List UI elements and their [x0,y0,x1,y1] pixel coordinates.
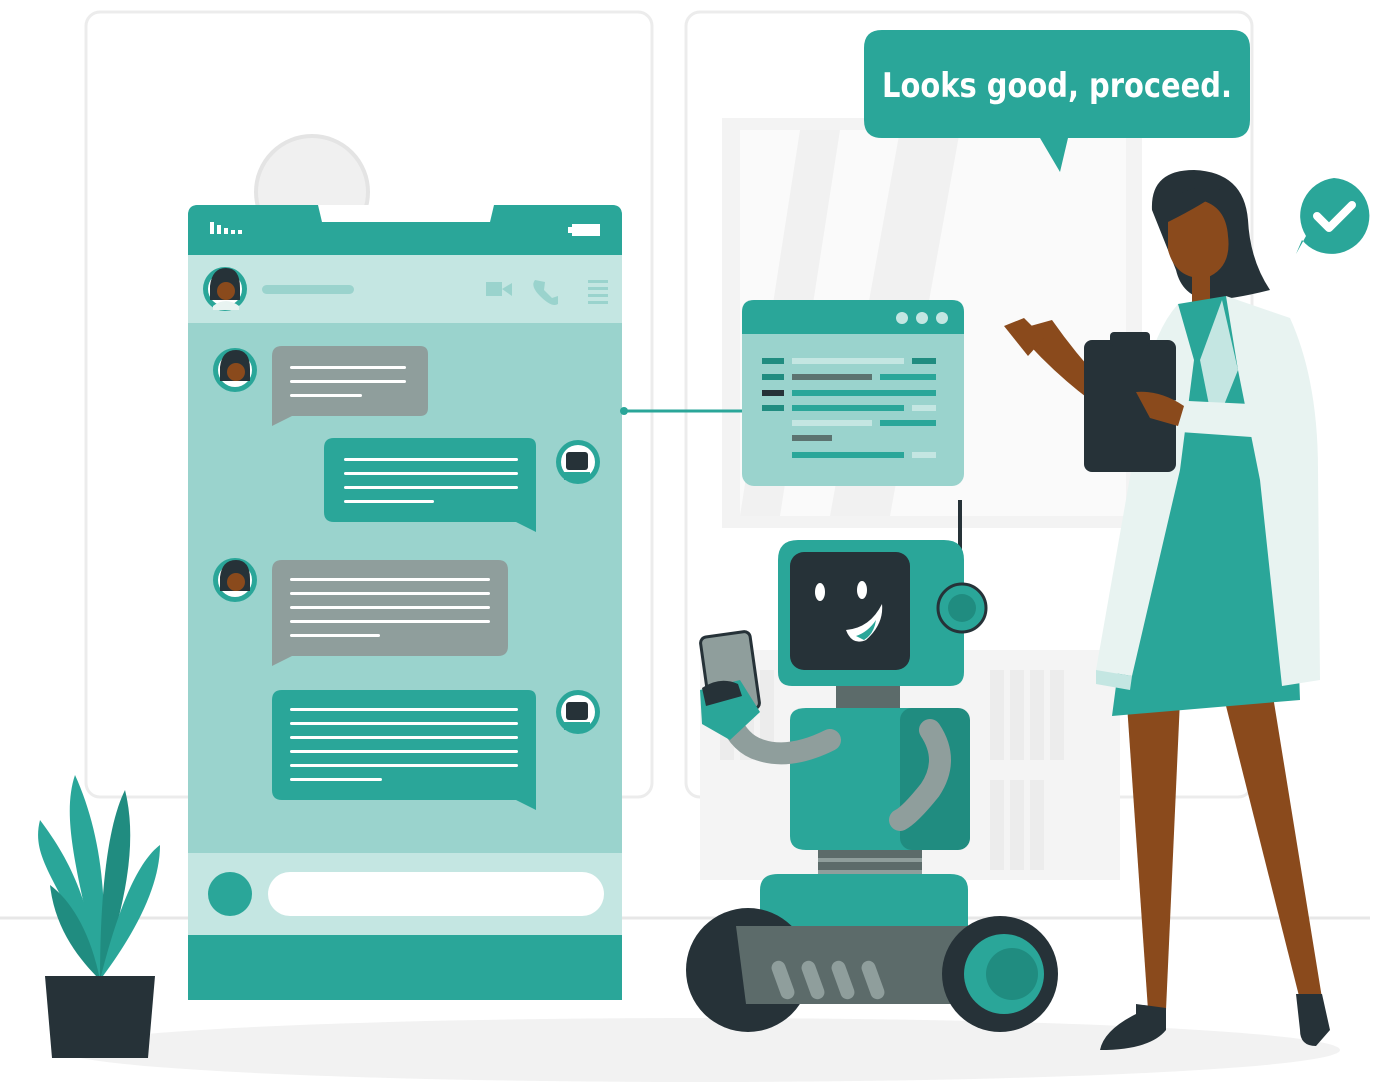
data-popup-window [742,300,964,486]
contact-avatar[interactable] [203,267,247,311]
check-badge-icon [1296,178,1370,254]
battery-icon [568,224,600,236]
robot-screen [790,552,910,670]
avatar [213,558,257,602]
chat-phone [188,205,622,1000]
speech-bubble-text: Looks good, proceed. [882,66,1232,106]
message-input[interactable] [268,872,604,916]
composer-button[interactable] [208,872,252,916]
chat-header [188,255,622,323]
robot-avatar [556,690,600,734]
phone-footer [188,935,622,1000]
illustration-canvas: Looks good, proceed. [0,10,1370,1082]
contact-name-placeholder [262,285,354,294]
plant-pot [45,976,155,1058]
avatar [213,348,257,392]
robot-avatar [556,440,600,484]
